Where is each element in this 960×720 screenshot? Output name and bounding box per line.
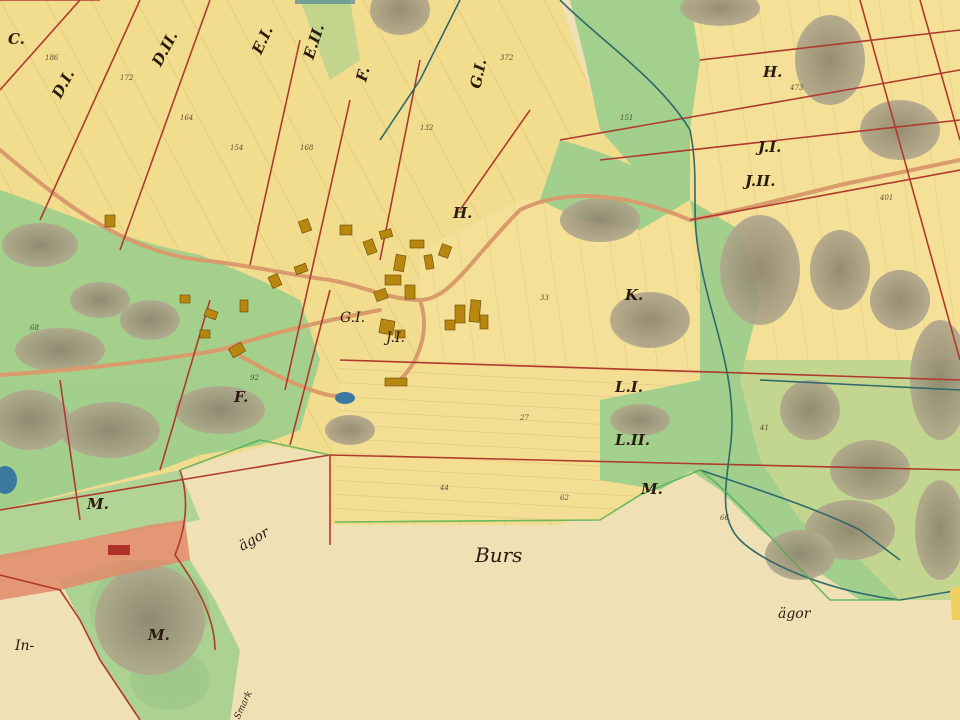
svg-text:68: 68: [30, 324, 39, 332]
label-m-mid: M.: [640, 480, 663, 498]
label-l2: L.II.: [614, 431, 650, 449]
svg-text:27: 27: [519, 414, 529, 422]
svg-text:44: 44: [439, 484, 449, 492]
svg-text:151: 151: [620, 114, 633, 122]
svg-text:473: 473: [789, 84, 804, 92]
label-gi-village: G.I.: [340, 310, 365, 326]
svg-text:66: 66: [720, 514, 729, 522]
label-h-right: H.: [762, 63, 782, 81]
red-house: [108, 545, 130, 555]
label-j2: J.II.: [742, 172, 775, 190]
svg-text:168: 168: [300, 144, 314, 152]
historical-cadastral-map: 186 172 164 154 168 132 372 151 473 401 …: [0, 0, 960, 720]
place-burs: Burs: [474, 543, 522, 567]
label-m-left: M.: [86, 495, 109, 513]
svg-text:132: 132: [420, 124, 434, 132]
svg-text:41: 41: [759, 424, 769, 432]
svg-text:372: 372: [500, 54, 514, 62]
label-m-bottom: M.: [147, 626, 170, 644]
svg-text:164: 164: [180, 114, 193, 122]
svg-text:33: 33: [540, 294, 549, 302]
label-c: C.: [8, 30, 25, 48]
lower-left-rocks: [95, 565, 205, 675]
place-in-left: In-: [14, 638, 35, 654]
place-agor-right: ägor: [778, 606, 812, 622]
svg-text:92: 92: [250, 374, 259, 382]
label-l1: L.I.: [614, 378, 643, 396]
svg-text:401: 401: [879, 194, 893, 202]
svg-text:154: 154: [230, 144, 243, 152]
label-h-mid: H.: [452, 204, 472, 222]
label-f-left: F.: [233, 388, 248, 406]
svg-text:186: 186: [45, 54, 59, 62]
label-j1: J.I.: [755, 138, 781, 156]
label-ji-village: J.I.: [383, 330, 405, 346]
svg-text:172: 172: [120, 74, 134, 82]
svg-text:62: 62: [560, 494, 569, 502]
label-k: K.: [624, 286, 643, 304]
